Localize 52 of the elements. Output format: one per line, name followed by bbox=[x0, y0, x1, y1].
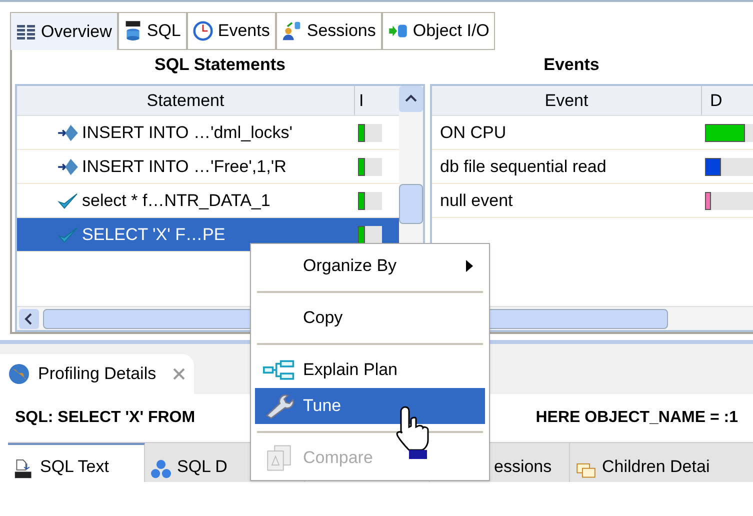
event-text: ON CPU bbox=[439, 122, 508, 144]
checkmark-icon bbox=[57, 192, 79, 210]
close-icon[interactable] bbox=[172, 367, 186, 381]
document-icon bbox=[14, 459, 34, 479]
statement-text: INSERT INTO …'dml_locks' bbox=[82, 122, 293, 144]
globe-icon bbox=[8, 363, 30, 385]
arrow-diamond-icon bbox=[57, 124, 79, 142]
statement-row[interactable]: INSERT INTO …'Free',1,'R bbox=[17, 150, 399, 184]
view-tab[interactable]: SQL bbox=[118, 12, 187, 50]
column-header[interactable]: I bbox=[355, 86, 399, 115]
view-tab[interactable]: Overview bbox=[10, 12, 118, 50]
panel-title: Events bbox=[542, 54, 600, 76]
statement-text: SELECT 'X' F…PE bbox=[82, 224, 226, 246]
panel-title: SQL Statements bbox=[153, 54, 286, 76]
view-title: Profiling Details bbox=[38, 363, 156, 386]
scroll-thumb[interactable] bbox=[43, 308, 253, 328]
view-tab[interactable]: Profiling Details bbox=[0, 354, 194, 394]
arrow-diamond-icon bbox=[57, 158, 79, 176]
statement-row[interactable]: INSERT INTO …'dml_locks' bbox=[17, 116, 399, 150]
tree-diagram-icon bbox=[263, 360, 295, 380]
detail-tab[interactable]: SQL Text bbox=[8, 443, 145, 482]
database-icon bbox=[124, 21, 142, 41]
sql-text: HERE OBJECT_NAME = :1 bbox=[536, 408, 738, 428]
column-header[interactable]: D bbox=[702, 86, 753, 115]
scroll-thumb[interactable] bbox=[399, 184, 423, 224]
menu-item[interactable]: Tune bbox=[255, 388, 485, 424]
detail-tab[interactable]: Children Detai bbox=[570, 443, 753, 482]
submenu-arrow-icon bbox=[466, 260, 473, 272]
view-tab[interactable]: Events bbox=[186, 12, 276, 50]
event-text: null event bbox=[439, 190, 514, 212]
checkmark-icon bbox=[57, 226, 79, 244]
windows-icon bbox=[576, 463, 596, 479]
circles-icon bbox=[151, 459, 171, 479]
clock-icon bbox=[192, 21, 213, 41]
column-header[interactable]: Statement bbox=[17, 86, 355, 115]
sql-text: SQL: SELECT 'X' FROM bbox=[15, 408, 196, 428]
database-arrow-icon bbox=[388, 23, 408, 39]
scroll-left-icon[interactable] bbox=[19, 308, 39, 328]
documents-icon bbox=[265, 444, 293, 472]
list-icon bbox=[16, 24, 36, 40]
statement-row[interactable]: SELECT 'X' F…PE bbox=[17, 218, 399, 252]
event-text: db file sequential read bbox=[439, 156, 608, 178]
menu-item[interactable]: Copy bbox=[255, 300, 485, 336]
person-icon bbox=[282, 21, 302, 41]
statement-text: select * f…NTR_DATA_1 bbox=[82, 190, 270, 212]
view-tab[interactable]: Object I/O bbox=[382, 12, 496, 50]
column-header[interactable]: Event bbox=[432, 86, 702, 115]
wrench-icon bbox=[264, 393, 294, 419]
statement-text: INSERT INTO …'Free',1,'R bbox=[82, 156, 286, 178]
scroll-up-icon[interactable] bbox=[399, 86, 423, 112]
menu-item[interactable]: Explain Plan bbox=[255, 352, 485, 388]
view-tab[interactable]: Sessions bbox=[276, 12, 382, 50]
